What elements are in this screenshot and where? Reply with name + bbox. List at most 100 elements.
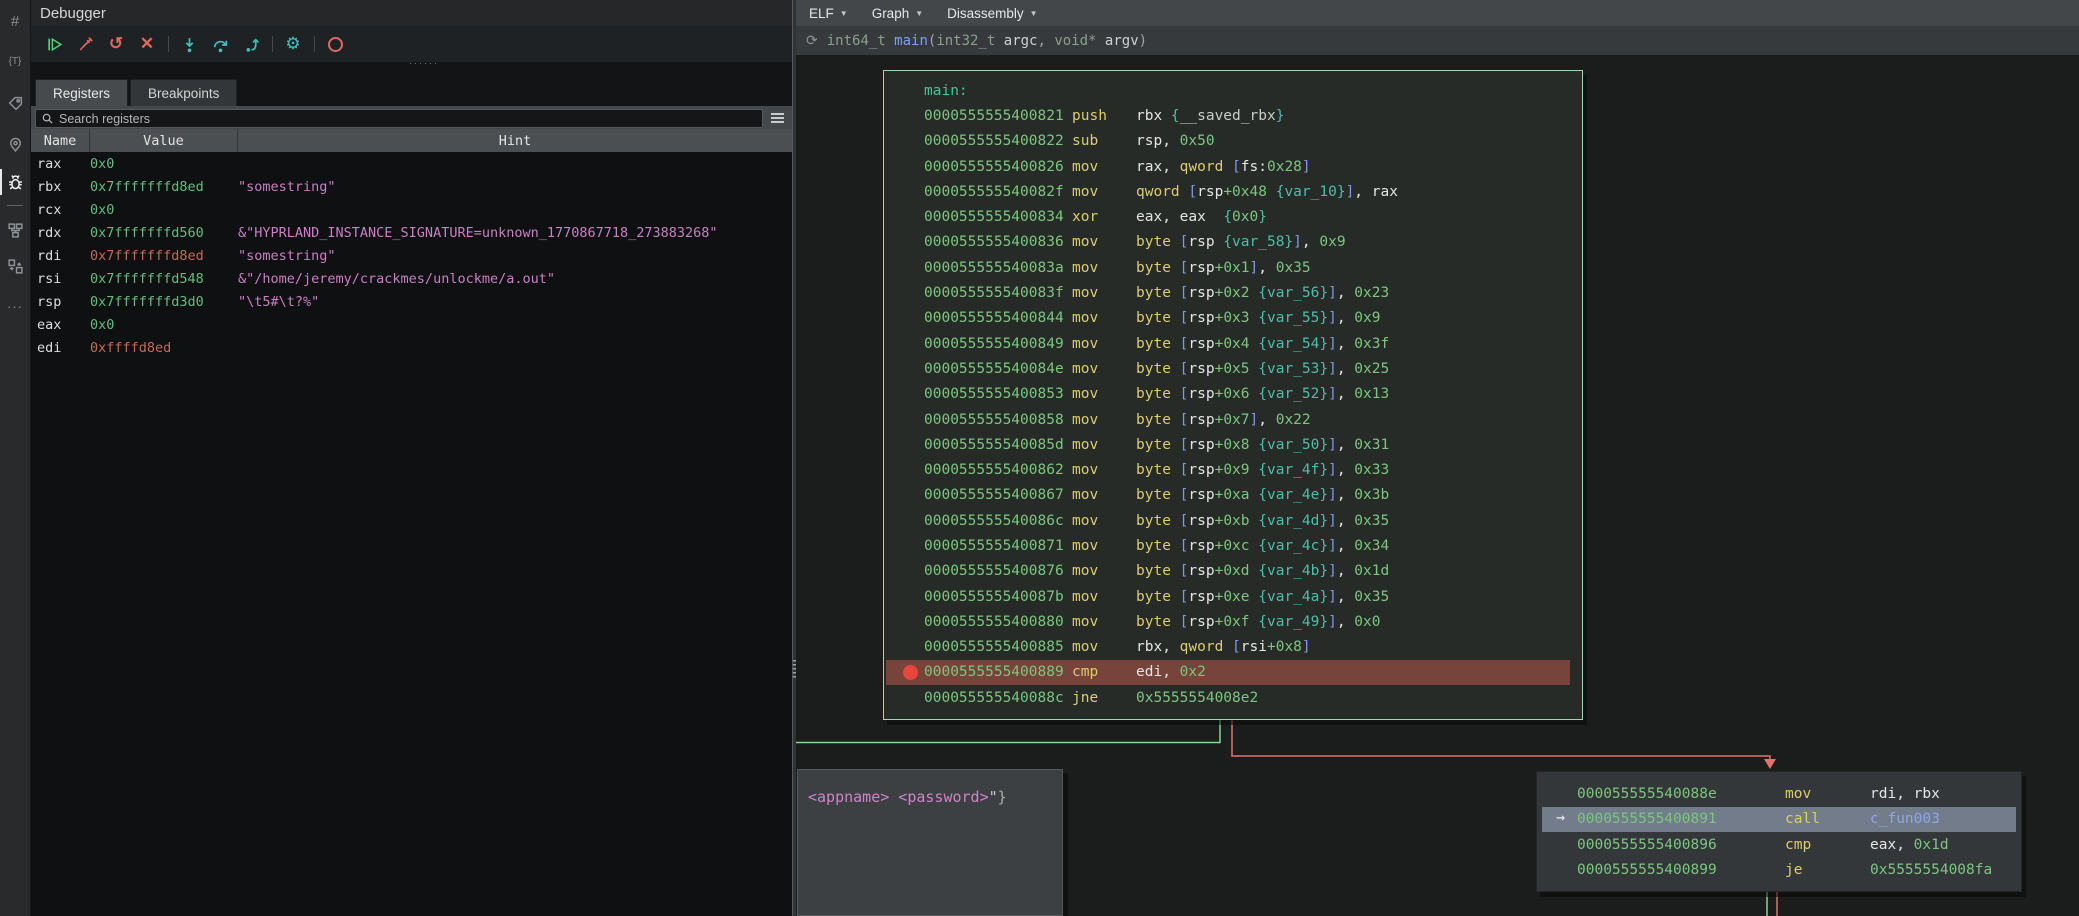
asm-line-0858[interactable]: 0000555555400858movbyte [rsp+0x7], 0x22 bbox=[884, 407, 1582, 432]
asm-line-0880[interactable]: 0000555555400880movbyte [rsp+0xf {var_49… bbox=[884, 609, 1582, 634]
op-n: 0x1d bbox=[1354, 563, 1389, 579]
attach-button[interactable] bbox=[72, 31, 98, 57]
asm-line-0836[interactable]: 0000555555400836movbyte [rsp {var_58}], … bbox=[884, 230, 1582, 255]
op-r: rsp bbox=[1188, 589, 1214, 605]
step-into-button[interactable] bbox=[176, 31, 202, 57]
search-box[interactable] bbox=[35, 109, 763, 128]
register-row-edi[interactable]: edi0xffffd8ed bbox=[31, 336, 792, 359]
operands: rbx, qword [rsi+0x8] bbox=[1136, 639, 1311, 655]
asm-line-0889[interactable]: 0000555555400889cmpedi, 0x2 bbox=[886, 660, 1570, 685]
basic-block-call[interactable]: 000055555540088emovrdi, rbx→000055555540… bbox=[1536, 771, 2022, 892]
mnemonic: mov bbox=[1072, 487, 1136, 503]
column-header-hint[interactable]: Hint bbox=[238, 129, 792, 152]
mnemonic: mov bbox=[1072, 412, 1136, 428]
asm-line-088e[interactable]: 000055555540088emovrdi, rbx bbox=[1537, 781, 2021, 807]
asm-line-0834[interactable]: 0000555555400834xoreax, eax {0x0} bbox=[884, 204, 1582, 229]
asm-line-0885[interactable]: 0000555555400885movrbx, qword [rsi+0x8] bbox=[884, 635, 1582, 660]
breakpoint-icon[interactable] bbox=[903, 665, 918, 680]
menu-elf[interactable]: ELF▼ bbox=[809, 6, 848, 21]
string-data-node[interactable]: <appname> <password>"} bbox=[797, 769, 1063, 916]
asm-line-082f[interactable]: 000055555540082fmovqword [rsp+0x48 {var_… bbox=[884, 179, 1582, 204]
asm-line-088c[interactable]: 000055555540088cjne0x5555554008e2 bbox=[884, 685, 1582, 710]
op-k: byte bbox=[1136, 437, 1180, 453]
op-r: rsp bbox=[1188, 462, 1214, 478]
asm-line-0849[interactable]: 0000555555400849movbyte [rsp+0x4 {var_54… bbox=[884, 331, 1582, 356]
asm-line-0896[interactable]: 0000555555400896cmpeax, 0x1d bbox=[1537, 832, 2021, 858]
register-row-rax[interactable]: rax0x0 bbox=[31, 152, 792, 175]
sig-fn: main bbox=[894, 33, 928, 49]
debugger-tabbar: RegistersBreakpoints bbox=[31, 79, 792, 106]
panel-resize-grip[interactable]: ······ bbox=[409, 58, 439, 68]
run-button[interactable] bbox=[41, 31, 67, 57]
op-r bbox=[1250, 487, 1259, 503]
register-row-rcx[interactable]: rcx0x0 bbox=[31, 198, 792, 221]
asm-line-0899[interactable]: 0000555555400899je0x5555554008fa bbox=[1537, 858, 2021, 884]
mnemonic: mov bbox=[1072, 538, 1136, 554]
hash-icon[interactable]: # bbox=[0, 6, 30, 36]
op-b: ] bbox=[1328, 589, 1337, 605]
asm-line-0826[interactable]: 0000555555400826movrax, qword [fs:0x28] bbox=[884, 154, 1582, 179]
menu-icon[interactable] bbox=[768, 110, 786, 125]
stop-button[interactable]: ✕ bbox=[134, 31, 160, 57]
search-icon bbox=[42, 113, 53, 124]
asm-line-0862[interactable]: 0000555555400862movbyte [rsp+0x9 {var_4f… bbox=[884, 457, 1582, 482]
asm-line-083f[interactable]: 000055555540083fmovbyte [rsp+0x2 {var_56… bbox=[884, 280, 1582, 305]
operands: byte [rsp+0x5 {var_53}], 0x25 bbox=[1136, 361, 1389, 377]
register-row-rdi[interactable]: rdi0x7fffffffd8ed"somestring" bbox=[31, 244, 792, 267]
asm-line-0891[interactable]: →0000555555400891callc_fun003 bbox=[1542, 807, 2016, 833]
asm-line-0867[interactable]: 0000555555400867movbyte [rsp+0xa {var_4e… bbox=[884, 483, 1582, 508]
mnemonic: cmp bbox=[1072, 664, 1136, 680]
asm-line-083a[interactable]: 000055555540083amovbyte [rsp+0x1], 0x35 bbox=[884, 255, 1582, 280]
mnemonic: mov bbox=[1072, 462, 1136, 478]
asm-line-0822[interactable]: 0000555555400822subrsp, 0x50 bbox=[884, 129, 1582, 154]
register-row-rdx[interactable]: rdx0x7fffffffd560&"HYPRLAND_INSTANCE_SIG… bbox=[31, 221, 792, 244]
asm-line-0876[interactable]: 0000555555400876movbyte [rsp+0xd {var_4b… bbox=[884, 559, 1582, 584]
basic-block-main[interactable]: main:0000555555400821pushrbx {__saved_rb… bbox=[883, 70, 1583, 720]
op-r bbox=[1250, 589, 1259, 605]
op-n: 0x25 bbox=[1354, 361, 1389, 377]
menu-graph[interactable]: Graph▼ bbox=[872, 6, 923, 21]
step-return-button[interactable] bbox=[238, 31, 264, 57]
tab-registers[interactable]: Registers bbox=[35, 79, 128, 106]
tab-breakpoints[interactable]: Breakpoints bbox=[130, 79, 237, 106]
asm-line-084e[interactable]: 000055555540084emovbyte [rsp+0x5 {var_53… bbox=[884, 356, 1582, 381]
asm-line-086c[interactable]: 000055555540086cmovbyte [rsp+0xb {var_4d… bbox=[884, 508, 1582, 533]
asm-label-line[interactable]: main: bbox=[884, 78, 1582, 103]
asm-line-087b[interactable]: 000055555540087bmovbyte [rsp+0xe {var_4a… bbox=[884, 584, 1582, 609]
op-r: eax, bbox=[1870, 837, 1914, 853]
more-icon[interactable]: ··· bbox=[0, 291, 30, 321]
cross-references-icon[interactable] bbox=[0, 251, 30, 281]
breakpoint-toggle-button[interactable] bbox=[322, 31, 348, 57]
restart-button[interactable]: ↺ bbox=[103, 31, 129, 57]
tag-icon[interactable] bbox=[0, 88, 30, 118]
settings-button[interactable]: ⚙ bbox=[280, 31, 306, 57]
disassembly-graph[interactable]: main:0000555555400821pushrbx {__saved_rb… bbox=[796, 55, 2079, 916]
register-row-eax[interactable]: eax0x0 bbox=[31, 313, 792, 336]
step-over-button[interactable] bbox=[207, 31, 233, 57]
menu-disassembly[interactable]: Disassembly▼ bbox=[947, 6, 1037, 21]
graph-view-icon[interactable] bbox=[0, 215, 30, 245]
address-pin-icon[interactable] bbox=[0, 129, 30, 159]
op-n: 0x33 bbox=[1354, 462, 1389, 478]
asm-line-085d[interactable]: 000055555540085dmovbyte [rsp+0x8 {var_50… bbox=[884, 432, 1582, 457]
column-header-value[interactable]: Value bbox=[90, 129, 238, 152]
types-icon[interactable]: {T} bbox=[0, 46, 30, 76]
register-value: 0x0 bbox=[90, 202, 238, 218]
asm-line-0853[interactable]: 0000555555400853movbyte [rsp+0x6 {var_52… bbox=[884, 382, 1582, 407]
search-input[interactable] bbox=[57, 111, 762, 127]
instruction-address: 0000555555400880 bbox=[924, 614, 1072, 630]
register-row-rbx[interactable]: rbx0x7fffffffd8ed"somestring" bbox=[31, 175, 792, 198]
asm-line-0844[interactable]: 0000555555400844movbyte [rsp+0x3 {var_55… bbox=[884, 306, 1582, 331]
asm-line-0871[interactable]: 0000555555400871movbyte [rsp+0xc {var_4c… bbox=[884, 533, 1582, 558]
menu-label: Disassembly bbox=[947, 6, 1024, 21]
navigation-refresh-icon[interactable]: ⟳ bbox=[806, 33, 818, 49]
register-hint: "somestring" bbox=[238, 179, 792, 195]
debugger-icon[interactable] bbox=[0, 167, 30, 197]
operands: byte [rsp+0xc {var_4c}], 0x34 bbox=[1136, 538, 1389, 554]
menu-label: Graph bbox=[872, 6, 910, 21]
op-t: {var_54} bbox=[1258, 336, 1328, 352]
asm-line-0821[interactable]: 0000555555400821pushrbx {__saved_rbx} bbox=[884, 103, 1582, 128]
column-header-name[interactable]: Name bbox=[31, 129, 90, 152]
register-row-rsi[interactable]: rsi0x7fffffffd548&"/home/jeremy/crackmes… bbox=[31, 267, 792, 290]
register-row-rsp[interactable]: rsp0x7fffffffd3d0"\t5#\t?%" bbox=[31, 290, 792, 313]
